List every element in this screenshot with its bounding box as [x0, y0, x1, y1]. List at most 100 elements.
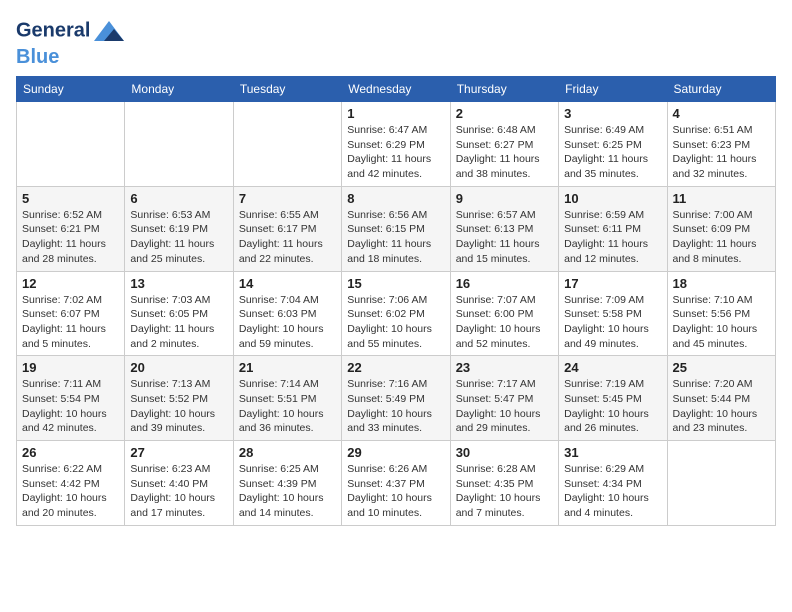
- day-info: Sunrise: 7:03 AM Sunset: 6:05 PM Dayligh…: [130, 293, 227, 352]
- day-number: 9: [456, 191, 553, 206]
- calendar-cell: 17 Sunrise: 7:09 AM Sunset: 5:58 PM Dayli…: [559, 271, 667, 356]
- day-number: 29: [347, 445, 444, 460]
- weekday-header: Thursday: [450, 77, 558, 102]
- day-number: 14: [239, 276, 336, 291]
- day-number: 13: [130, 276, 227, 291]
- day-info: Sunrise: 7:20 AM Sunset: 5:44 PM Dayligh…: [673, 377, 770, 436]
- day-info: Sunrise: 7:17 AM Sunset: 5:47 PM Dayligh…: [456, 377, 553, 436]
- calendar-cell: 29 Sunrise: 6:26 AM Sunset: 4:37 PM Dayli…: [342, 441, 450, 526]
- logo-text: General: [16, 16, 124, 46]
- day-info: Sunrise: 6:51 AM Sunset: 6:23 PM Dayligh…: [673, 123, 770, 182]
- weekday-header: Tuesday: [233, 77, 341, 102]
- day-info: Sunrise: 7:19 AM Sunset: 5:45 PM Dayligh…: [564, 377, 661, 436]
- day-info: Sunrise: 6:28 AM Sunset: 4:35 PM Dayligh…: [456, 462, 553, 521]
- calendar-cell: 22Sunrise: 7:16 AM Sunset: 5:49 PM Dayli…: [342, 356, 450, 441]
- logo-subtext: Blue: [16, 46, 124, 68]
- calendar-cell: 18Sunrise: 7:10 AM Sunset: 5:56 PM Dayli…: [667, 271, 775, 356]
- day-number: 26: [22, 445, 119, 460]
- calendar-cell: 26 Sunrise: 6:22 AM Sunset: 4:42 PM Dayli…: [17, 441, 125, 526]
- calendar-cell: [125, 102, 233, 187]
- day-number: 16: [456, 276, 553, 291]
- day-number: 18: [673, 276, 770, 291]
- day-number: 7: [239, 191, 336, 206]
- day-info: Sunrise: 6:55 AM Sunset: 6:17 PM Dayligh…: [239, 208, 336, 267]
- day-info: Sunrise: 7:13 AM Sunset: 5:52 PM Dayligh…: [130, 377, 227, 436]
- calendar-week-row: 5 Sunrise: 6:52 AM Sunset: 6:21 PM Daylig…: [17, 186, 776, 271]
- day-info: Sunrise: 7:00 AM Sunset: 6:09 PM Dayligh…: [673, 208, 770, 267]
- day-number: 24: [564, 360, 661, 375]
- logo: General Blue: [16, 16, 124, 68]
- day-number: 31: [564, 445, 661, 460]
- day-number: 4: [673, 106, 770, 121]
- day-info: Sunrise: 6:47 AM Sunset: 6:29 PM Dayligh…: [347, 123, 444, 182]
- calendar-cell: 4 Sunrise: 6:51 AM Sunset: 6:23 PM Daylig…: [667, 102, 775, 187]
- weekday-header: Monday: [125, 77, 233, 102]
- calendar-cell: 5 Sunrise: 6:52 AM Sunset: 6:21 PM Daylig…: [17, 186, 125, 271]
- day-number: 10: [564, 191, 661, 206]
- day-number: 1: [347, 106, 444, 121]
- day-info: Sunrise: 7:11 AM Sunset: 5:54 PM Dayligh…: [22, 377, 119, 436]
- calendar-cell: 9Sunrise: 6:57 AM Sunset: 6:13 PM Daylig…: [450, 186, 558, 271]
- day-number: 21: [239, 360, 336, 375]
- logo-icon: [94, 16, 124, 46]
- calendar-cell: 25 Sunrise: 7:20 AM Sunset: 5:44 PM Dayli…: [667, 356, 775, 441]
- calendar-header-row: SundayMondayTuesdayWednesdayThursdayFrid…: [17, 77, 776, 102]
- calendar-cell: 20 Sunrise: 7:13 AM Sunset: 5:52 PM Dayli…: [125, 356, 233, 441]
- calendar-cell: 15Sunrise: 7:06 AM Sunset: 6:02 PM Dayli…: [342, 271, 450, 356]
- weekday-header: Wednesday: [342, 77, 450, 102]
- day-number: 5: [22, 191, 119, 206]
- day-info: Sunrise: 6:26 AM Sunset: 4:37 PM Dayligh…: [347, 462, 444, 521]
- calendar-cell: [233, 102, 341, 187]
- day-info: Sunrise: 7:16 AM Sunset: 5:49 PM Dayligh…: [347, 377, 444, 436]
- day-number: 12: [22, 276, 119, 291]
- weekday-header: Sunday: [17, 77, 125, 102]
- calendar-cell: 1 Sunrise: 6:47 AM Sunset: 6:29 PM Daylig…: [342, 102, 450, 187]
- calendar-cell: 21 Sunrise: 7:14 AM Sunset: 5:51 PM Dayli…: [233, 356, 341, 441]
- day-info: Sunrise: 6:25 AM Sunset: 4:39 PM Dayligh…: [239, 462, 336, 521]
- calendar-cell: 11 Sunrise: 7:00 AM Sunset: 6:09 PM Dayli…: [667, 186, 775, 271]
- calendar-week-row: 12 Sunrise: 7:02 AM Sunset: 6:07 PM Dayli…: [17, 271, 776, 356]
- calendar-week-row: 26 Sunrise: 6:22 AM Sunset: 4:42 PM Dayli…: [17, 441, 776, 526]
- calendar-week-row: 19Sunrise: 7:11 AM Sunset: 5:54 PM Dayli…: [17, 356, 776, 441]
- day-info: Sunrise: 7:14 AM Sunset: 5:51 PM Dayligh…: [239, 377, 336, 436]
- day-number: 11: [673, 191, 770, 206]
- day-info: Sunrise: 7:09 AM Sunset: 5:58 PM Dayligh…: [564, 293, 661, 352]
- calendar-cell: 19Sunrise: 7:11 AM Sunset: 5:54 PM Dayli…: [17, 356, 125, 441]
- day-number: 17: [564, 276, 661, 291]
- weekday-header: Friday: [559, 77, 667, 102]
- calendar-cell: 6 Sunrise: 6:53 AM Sunset: 6:19 PM Daylig…: [125, 186, 233, 271]
- calendar-table: SundayMondayTuesdayWednesdayThursdayFrid…: [16, 76, 776, 526]
- calendar-cell: 13 Sunrise: 7:03 AM Sunset: 6:05 PM Dayli…: [125, 271, 233, 356]
- calendar-cell: 31Sunrise: 6:29 AM Sunset: 4:34 PM Dayli…: [559, 441, 667, 526]
- day-info: Sunrise: 6:53 AM Sunset: 6:19 PM Dayligh…: [130, 208, 227, 267]
- day-number: 27: [130, 445, 227, 460]
- day-info: Sunrise: 7:04 AM Sunset: 6:03 PM Dayligh…: [239, 293, 336, 352]
- calendar-cell: 3 Sunrise: 6:49 AM Sunset: 6:25 PM Daylig…: [559, 102, 667, 187]
- calendar-cell: 12 Sunrise: 7:02 AM Sunset: 6:07 PM Dayli…: [17, 271, 125, 356]
- calendar-cell: 28Sunrise: 6:25 AM Sunset: 4:39 PM Dayli…: [233, 441, 341, 526]
- calendar-cell: 10Sunrise: 6:59 AM Sunset: 6:11 PM Dayli…: [559, 186, 667, 271]
- calendar-cell: 8Sunrise: 6:56 AM Sunset: 6:15 PM Daylig…: [342, 186, 450, 271]
- day-info: Sunrise: 6:52 AM Sunset: 6:21 PM Dayligh…: [22, 208, 119, 267]
- day-info: Sunrise: 6:23 AM Sunset: 4:40 PM Dayligh…: [130, 462, 227, 521]
- day-number: 2: [456, 106, 553, 121]
- day-info: Sunrise: 7:02 AM Sunset: 6:07 PM Dayligh…: [22, 293, 119, 352]
- calendar-cell: 23Sunrise: 7:17 AM Sunset: 5:47 PM Dayli…: [450, 356, 558, 441]
- page-header: General Blue: [16, 16, 776, 68]
- calendar-cell: 24 Sunrise: 7:19 AM Sunset: 5:45 PM Dayli…: [559, 356, 667, 441]
- calendar-cell: 27 Sunrise: 6:23 AM Sunset: 4:40 PM Dayli…: [125, 441, 233, 526]
- day-number: 6: [130, 191, 227, 206]
- day-info: Sunrise: 6:22 AM Sunset: 4:42 PM Dayligh…: [22, 462, 119, 521]
- day-number: 20: [130, 360, 227, 375]
- day-number: 3: [564, 106, 661, 121]
- day-info: Sunrise: 7:06 AM Sunset: 6:02 PM Dayligh…: [347, 293, 444, 352]
- day-info: Sunrise: 6:56 AM Sunset: 6:15 PM Dayligh…: [347, 208, 444, 267]
- day-info: Sunrise: 6:49 AM Sunset: 6:25 PM Dayligh…: [564, 123, 661, 182]
- day-info: Sunrise: 7:07 AM Sunset: 6:00 PM Dayligh…: [456, 293, 553, 352]
- calendar-cell: 30 Sunrise: 6:28 AM Sunset: 4:35 PM Dayli…: [450, 441, 558, 526]
- day-number: 25: [673, 360, 770, 375]
- day-info: Sunrise: 6:48 AM Sunset: 6:27 PM Dayligh…: [456, 123, 553, 182]
- day-number: 30: [456, 445, 553, 460]
- calendar-week-row: 1 Sunrise: 6:47 AM Sunset: 6:29 PM Daylig…: [17, 102, 776, 187]
- calendar-cell: 2 Sunrise: 6:48 AM Sunset: 6:27 PM Daylig…: [450, 102, 558, 187]
